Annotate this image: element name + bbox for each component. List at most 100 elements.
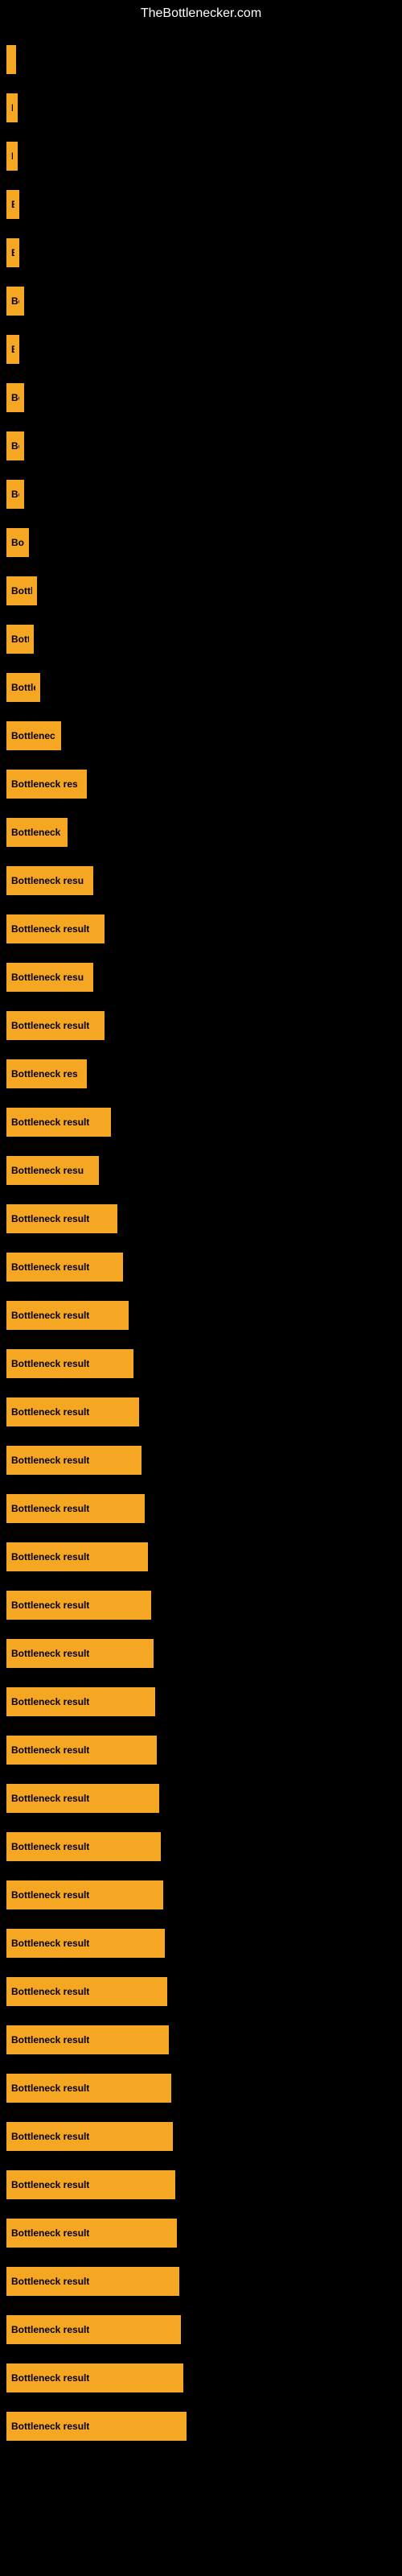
bar-row-3: B — [0, 180, 402, 229]
bar-label-1: F — [11, 102, 13, 114]
bar-row-23: Bottleneck resu — [0, 1146, 402, 1195]
bar-row-42: Bottleneck result — [0, 2064, 402, 2112]
bar-label-37: Bottleneck result — [11, 1841, 89, 1852]
bar-15: Bottleneck res — [6, 770, 87, 799]
bar-row-36: Bottleneck result — [0, 1774, 402, 1823]
bar-47: Bottleneck result — [6, 2315, 181, 2344]
bar-row-9: Bo — [0, 470, 402, 518]
bar-44: Bottleneck result — [6, 2170, 175, 2199]
bar-row-38: Bottleneck result — [0, 1871, 402, 1919]
bar-12: Bott — [6, 625, 34, 654]
bar-9: Bo — [6, 480, 24, 509]
bar-label-26: Bottleneck result — [11, 1310, 89, 1321]
bar-label-16: Bottleneck — [11, 827, 60, 838]
bar-label-20: Bottleneck result — [11, 1020, 89, 1031]
bar-label-17: Bottleneck resu — [11, 875, 84, 886]
bar-19: Bottleneck resu — [6, 963, 93, 992]
bar-label-10: Bot — [11, 537, 24, 548]
bar-label-41: Bottleneck result — [11, 2034, 89, 2046]
bar-22: Bottleneck result — [6, 1108, 111, 1137]
bar-label-14: Bottlenec — [11, 730, 55, 741]
bar-label-44: Bottleneck result — [11, 2179, 89, 2190]
bar-row-44: Bottleneck result — [0, 2161, 402, 2209]
bar-row-4: B — [0, 229, 402, 277]
bar-row-10: Bot — [0, 518, 402, 567]
bar-row-7: Bo — [0, 374, 402, 422]
bar-label-31: Bottleneck result — [11, 1551, 89, 1563]
bar-row-45: Bottleneck result — [0, 2209, 402, 2257]
bar-label-40: Bottleneck result — [11, 1986, 89, 1997]
bar-row-8: Bo — [0, 422, 402, 470]
site-title: TheBottlenecker.com — [0, 0, 402, 27]
bar-row-11: Bottl — [0, 567, 402, 615]
bar-label-48: Bottleneck result — [11, 2372, 89, 2384]
bar-14: Bottlenec — [6, 721, 61, 750]
bar-row-37: Bottleneck result — [0, 1823, 402, 1871]
bar-label-18: Bottleneck result — [11, 923, 89, 935]
bar-36: Bottleneck result — [6, 1784, 159, 1813]
bar-16: Bottleneck — [6, 818, 68, 847]
bar-label-12: Bott — [11, 634, 29, 645]
bar-row-2: F — [0, 132, 402, 180]
bar-label-33: Bottleneck result — [11, 1648, 89, 1659]
bar-row-49: Bottleneck result — [0, 2402, 402, 2450]
bar-label-27: Bottleneck result — [11, 1358, 89, 1369]
bar-row-0 — [0, 35, 402, 84]
bar-label-29: Bottleneck result — [11, 1455, 89, 1466]
bar-label-47: Bottleneck result — [11, 2324, 89, 2335]
bar-23: Bottleneck resu — [6, 1156, 99, 1185]
bar-2: F — [6, 142, 18, 171]
bar-label-38: Bottleneck result — [11, 1889, 89, 1901]
bar-row-31: Bottleneck result — [0, 1533, 402, 1581]
bar-13: Bottle — [6, 673, 40, 702]
bar-5: Bo — [6, 287, 24, 316]
bar-label-46: Bottleneck result — [11, 2276, 89, 2287]
bar-row-26: Bottleneck result — [0, 1291, 402, 1340]
bar-1: F — [6, 93, 18, 122]
bar-43: Bottleneck result — [6, 2122, 173, 2151]
bar-38: Bottleneck result — [6, 1880, 163, 1909]
bar-label-19: Bottleneck resu — [11, 972, 84, 983]
bar-row-47: Bottleneck result — [0, 2306, 402, 2354]
bar-label-23: Bottleneck resu — [11, 1165, 84, 1176]
bar-row-16: Bottleneck — [0, 808, 402, 857]
bar-20: Bottleneck result — [6, 1011, 105, 1040]
bar-row-17: Bottleneck resu — [0, 857, 402, 905]
bar-34: Bottleneck result — [6, 1687, 155, 1716]
bar-39: Bottleneck result — [6, 1929, 165, 1958]
bar-row-28: Bottleneck result — [0, 1388, 402, 1436]
bar-31: Bottleneck result — [6, 1542, 148, 1571]
bar-label-42: Bottleneck result — [11, 2083, 89, 2094]
bar-row-33: Bottleneck result — [0, 1629, 402, 1678]
bar-label-43: Bottleneck result — [11, 2131, 89, 2142]
bar-row-46: Bottleneck result — [0, 2257, 402, 2306]
bar-row-30: Bottleneck result — [0, 1484, 402, 1533]
bar-41: Bottleneck result — [6, 2025, 169, 2054]
bar-32: Bottleneck result — [6, 1591, 151, 1620]
bar-row-14: Bottlenec — [0, 712, 402, 760]
bar-label-25: Bottleneck result — [11, 1261, 89, 1273]
bar-10: Bot — [6, 528, 29, 557]
bar-label-9: Bo — [11, 489, 19, 500]
bar-28: Bottleneck result — [6, 1397, 139, 1426]
bar-18: Bottleneck result — [6, 914, 105, 943]
bar-label-15: Bottleneck res — [11, 778, 78, 790]
bar-label-13: Bottle — [11, 682, 35, 693]
bar-label-5: Bo — [11, 295, 19, 307]
bar-label-30: Bottleneck result — [11, 1503, 89, 1514]
bar-label-36: Bottleneck result — [11, 1793, 89, 1804]
bar-6: B — [6, 335, 19, 364]
bar-0 — [6, 45, 16, 74]
bar-8: Bo — [6, 431, 24, 460]
bar-3: B — [6, 190, 19, 219]
bar-row-12: Bott — [0, 615, 402, 663]
bar-row-21: Bottleneck res — [0, 1050, 402, 1098]
bar-label-35: Bottleneck result — [11, 1744, 89, 1756]
bar-row-39: Bottleneck result — [0, 1919, 402, 1967]
bar-label-32: Bottleneck result — [11, 1600, 89, 1611]
bar-label-22: Bottleneck result — [11, 1117, 89, 1128]
bar-33: Bottleneck result — [6, 1639, 154, 1668]
bar-46: Bottleneck result — [6, 2267, 179, 2296]
bar-48: Bottleneck result — [6, 2363, 183, 2392]
bar-29: Bottleneck result — [6, 1446, 142, 1475]
